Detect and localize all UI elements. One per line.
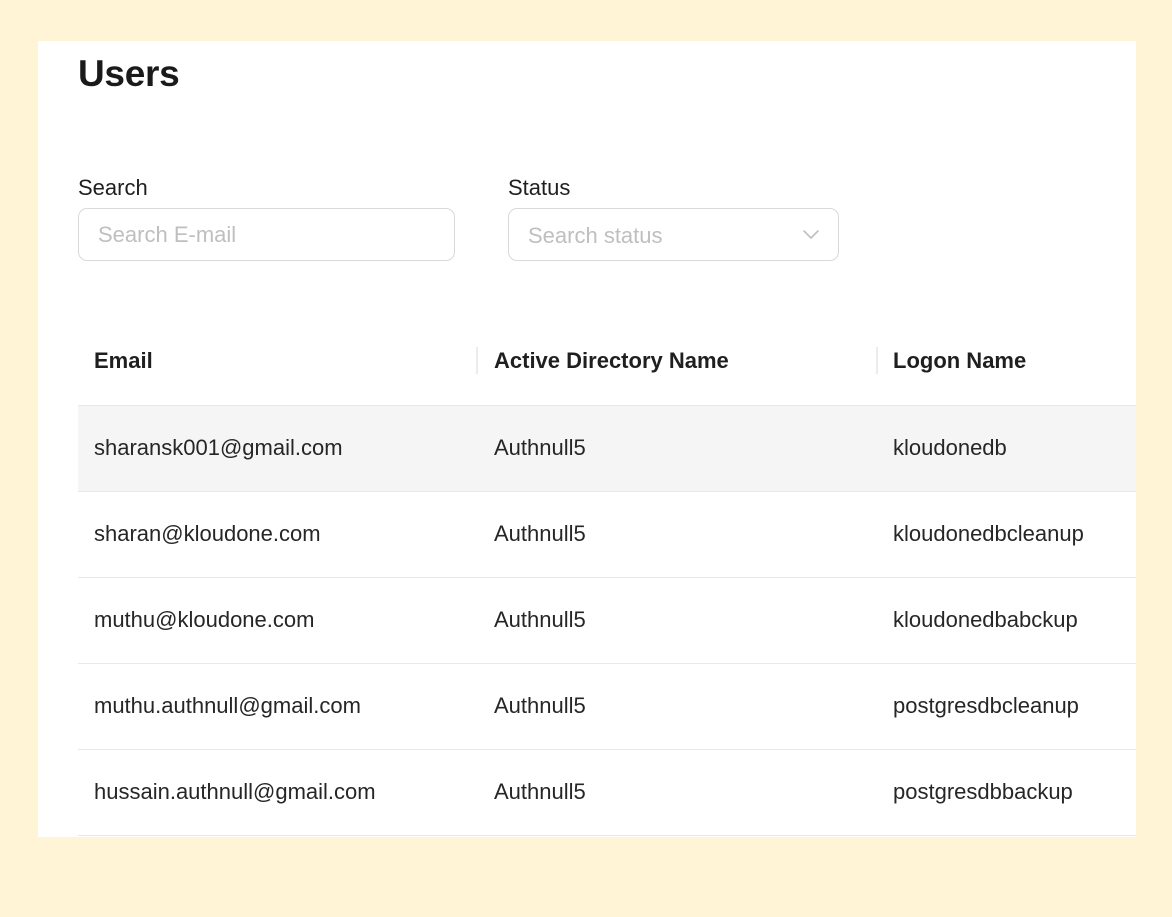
column-divider	[876, 347, 878, 374]
cell-email: muthu@kloudone.com	[94, 607, 315, 632]
cell-email: sharan@kloudone.com	[94, 521, 321, 546]
cell-logon-name: postgresdbcleanup	[893, 693, 1079, 718]
chevron-down-icon	[803, 230, 819, 239]
search-label: Search	[78, 175, 148, 200]
column-header-ad-name[interactable]: Active Directory Name	[494, 348, 729, 374]
cell-logon-name: kloudonedbcleanup	[893, 521, 1084, 546]
search-input[interactable]	[78, 208, 455, 261]
page-title: Users	[78, 53, 180, 94]
column-header-logon-name[interactable]: Logon Name	[893, 348, 1026, 374]
table-row[interactable]: hussain.authnull@gmail.com Authnull5 postg…	[78, 750, 1136, 836]
status-placeholder: Search status	[528, 223, 663, 248]
cell-ad-name: Authnull5	[494, 435, 586, 460]
table-row[interactable]: sharansk001@gmail.com Authnull5 kloudonedb	[78, 406, 1136, 492]
cell-ad-name: Authnull5	[494, 693, 586, 718]
cell-logon-name: postgresdbbackup	[893, 779, 1073, 804]
table-body: sharansk001@gmail.com Authnull5 kloudonedb…	[78, 406, 1136, 836]
cell-email: hussain.authnull@gmail.com	[94, 779, 376, 804]
users-panel: Users Search Status Search status Email …	[38, 41, 1136, 837]
cell-ad-name: Authnull5	[494, 607, 586, 632]
cell-logon-name: kloudonedb	[893, 435, 1007, 460]
table-header: Email Active Directory Name Logon Name	[78, 318, 1136, 406]
cell-logon-name: kloudonedbabckup	[893, 607, 1078, 632]
cell-ad-name: Authnull5	[494, 521, 586, 546]
status-label: Status	[508, 175, 571, 200]
table-row[interactable]: muthu@kloudone.com Authnull5 kloudonedbabc…	[78, 578, 1136, 664]
table-row[interactable]: sharan@kloudone.com Authnull5 kloudonedbcl…	[78, 492, 1136, 578]
cell-email: muthu.authnull@gmail.com	[94, 693, 361, 718]
status-select[interactable]: Search status	[508, 208, 839, 261]
cell-email: sharansk001@gmail.com	[94, 435, 343, 460]
users-table: Email Active Directory Name Logon Name s…	[78, 318, 1136, 836]
table-row[interactable]: muthu.authnull@gmail.com Authnull5 postgre…	[78, 664, 1136, 750]
column-header-email[interactable]: Email	[94, 348, 153, 374]
column-divider	[476, 347, 478, 374]
cell-ad-name: Authnull5	[494, 779, 586, 804]
